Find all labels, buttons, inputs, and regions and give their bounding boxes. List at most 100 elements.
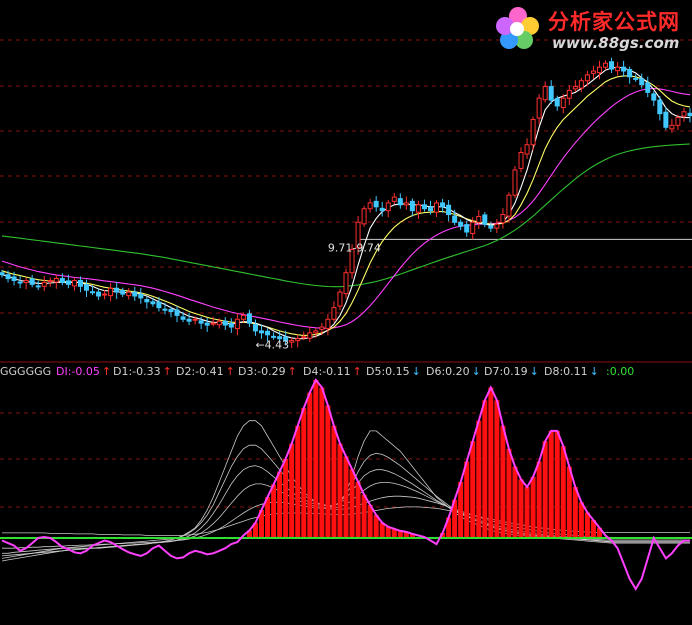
indicator-bar	[476, 420, 482, 538]
indicator-value: D8:0.11 ↓	[544, 365, 599, 378]
candle-body	[385, 202, 391, 212]
indicator-value: D6:0.20 ↓	[426, 365, 481, 378]
up-arrow-icon: ↑	[101, 365, 112, 378]
candle-body	[440, 202, 446, 208]
candle-body	[482, 214, 488, 225]
candle-body	[446, 204, 452, 216]
candle-body	[265, 330, 271, 336]
candle-body	[464, 224, 470, 233]
candle-body	[391, 196, 397, 202]
indicator-value: DI:-0.05 ↑	[56, 365, 112, 378]
up-arrow-icon: ↑	[287, 365, 297, 378]
indicator-bar	[361, 494, 367, 538]
candle-body	[548, 86, 554, 101]
candle-body	[83, 284, 89, 291]
candle-body	[415, 204, 421, 213]
indicator-bar	[319, 387, 325, 538]
candle-body	[476, 215, 482, 223]
candle-body	[609, 61, 615, 70]
candle-body	[29, 278, 35, 285]
indicator-bar	[530, 476, 536, 538]
candle-body	[11, 276, 17, 281]
indicator-bar	[295, 425, 301, 538]
candle-body	[488, 225, 494, 229]
candle-body	[530, 119, 536, 146]
candle-body	[192, 318, 198, 321]
indicator-bar	[536, 461, 542, 538]
candlestick-series	[0, 57, 692, 348]
candle-body	[174, 309, 180, 316]
candle-body	[259, 330, 265, 334]
indicator-bar	[560, 446, 566, 538]
indicator-bar	[385, 526, 391, 538]
candle-body	[421, 204, 427, 210]
candle-body	[301, 336, 307, 339]
candle-body	[319, 326, 325, 330]
candle-body	[168, 309, 174, 313]
candle-body	[554, 98, 560, 107]
candle-body	[367, 202, 373, 210]
candle-body	[252, 324, 258, 332]
candle-body	[337, 291, 343, 307]
candle-body	[144, 298, 150, 303]
indicator-bar	[500, 425, 506, 538]
candle-body	[542, 86, 548, 101]
candle-body	[162, 308, 168, 311]
indicator-prefix: GGGGGG	[0, 365, 52, 378]
candle-body	[675, 117, 681, 126]
candle-body	[138, 293, 144, 299]
chart-canvas: ←4.43 9.71-9.74	[0, 39, 692, 591]
candle-body	[603, 62, 609, 68]
candle-body	[307, 332, 313, 339]
ma-long-line	[1, 143, 691, 288]
indicator-bar	[512, 466, 518, 538]
candle-body	[90, 291, 96, 294]
candle-body	[59, 278, 65, 283]
candle-body	[313, 330, 319, 334]
candle-body	[596, 66, 602, 74]
indicator-bar	[488, 387, 494, 538]
indicator-bar	[506, 448, 512, 538]
candle-body	[5, 274, 11, 280]
candle-body	[687, 112, 692, 117]
indicator-value: D5:0.15 ↓	[366, 365, 421, 378]
candle-body	[108, 287, 114, 297]
indicator-bar	[271, 484, 277, 538]
indicator-bar	[307, 392, 313, 538]
candle-body	[518, 151, 524, 169]
candle-body	[572, 86, 578, 90]
candle-body	[150, 301, 156, 305]
candle-body	[96, 291, 102, 297]
indicator-value: D1:-0.33 ↑	[113, 365, 172, 378]
candle-body	[47, 279, 53, 282]
candle-body	[361, 208, 367, 225]
indicator-bar	[283, 458, 289, 538]
low-price-label: ←4.43	[255, 339, 289, 352]
up-arrow-icon: ↑	[162, 365, 172, 378]
indicator-bar	[548, 430, 554, 538]
candle-body	[53, 278, 59, 283]
candle-body	[500, 214, 506, 224]
indicator-bar	[301, 407, 307, 538]
candle-body	[156, 301, 162, 309]
candle-body	[343, 272, 349, 295]
candle-body	[198, 320, 204, 324]
candle-body	[41, 281, 47, 287]
logo-title: 分析家公式网	[548, 10, 680, 34]
down-arrow-icon: ↓	[529, 365, 539, 378]
candle-body	[494, 223, 500, 229]
candle-body	[77, 279, 83, 287]
candle-body	[434, 202, 440, 213]
indicator-bar	[542, 441, 548, 538]
candle-body	[657, 99, 663, 115]
candle-body	[65, 280, 71, 285]
up-arrow-icon: ↑	[352, 365, 362, 378]
indicator-bar	[578, 502, 584, 538]
logo-url: www.88gs.com	[552, 34, 680, 52]
candle-body	[23, 279, 29, 283]
candle-body	[17, 281, 23, 284]
up-arrow-icon: ↑	[225, 365, 235, 378]
candle-body	[669, 124, 675, 130]
indicator-bar	[277, 471, 283, 538]
candle-body	[452, 215, 458, 223]
